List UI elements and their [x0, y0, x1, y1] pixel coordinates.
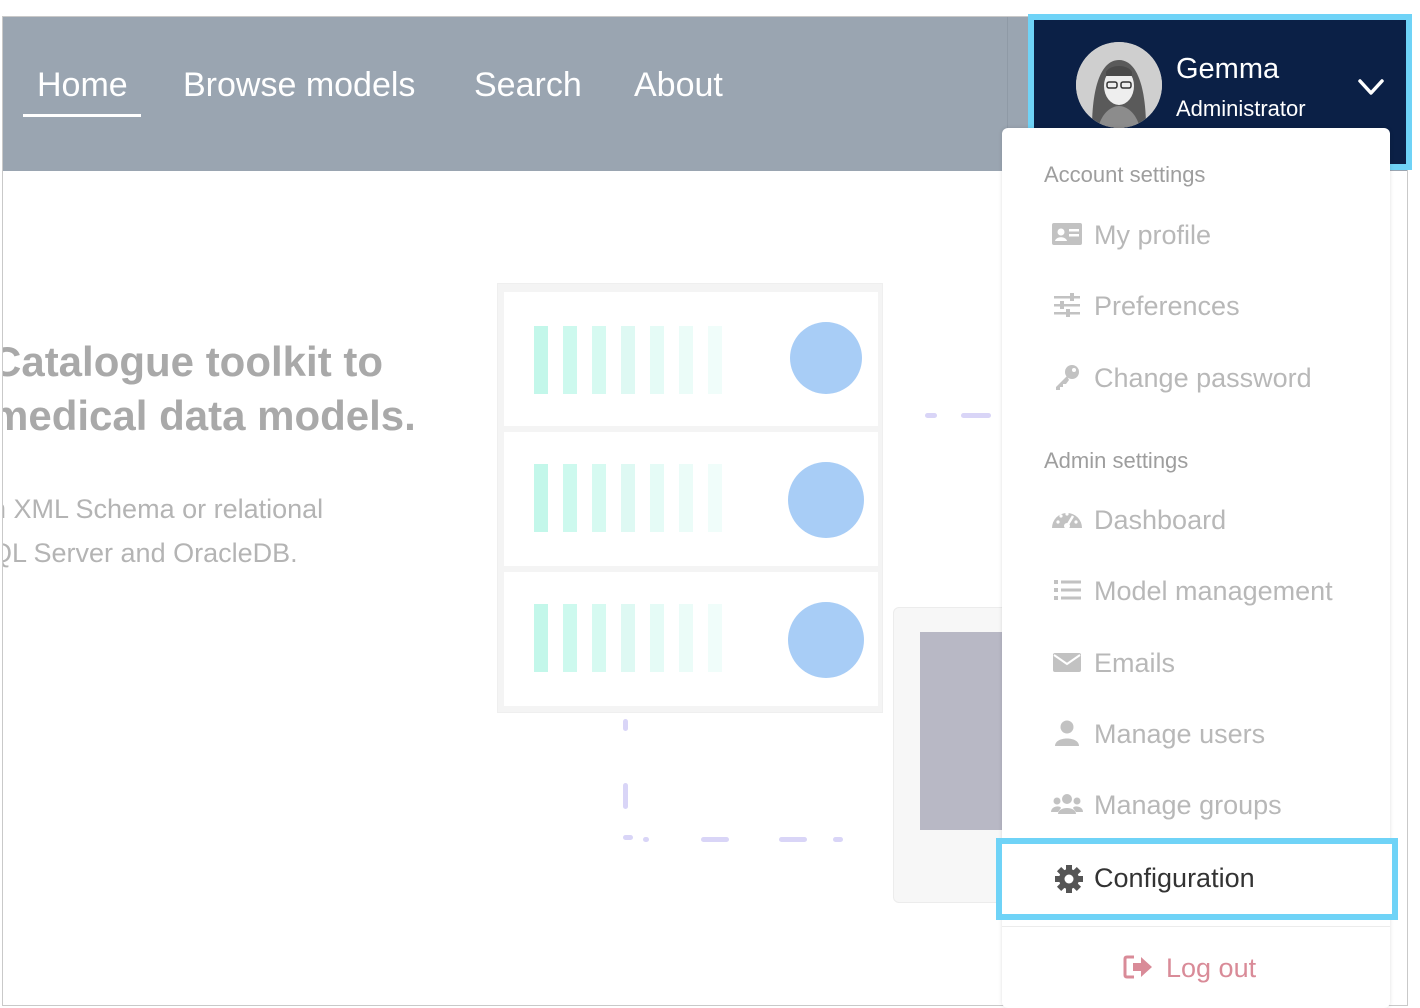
list-icon — [1054, 580, 1081, 600]
nav-active-indicator — [23, 114, 141, 117]
account-settings-label: Account settings — [1044, 162, 1206, 187]
hero-description-line-2: QL Server and OracleDB. — [2, 538, 298, 568]
connector-dash — [961, 413, 991, 418]
hero-description-line-1: n XML Schema or relational — [2, 494, 324, 524]
menu-item-label: Configuration — [1094, 863, 1255, 893]
menu-item-label: My profile — [1094, 220, 1212, 250]
hero-description: n XML Schema or relational QL Server and… — [2, 487, 324, 575]
menu-item-label: Emails — [1094, 648, 1176, 678]
nav-about-link[interactable]: About — [634, 65, 723, 105]
menu-item-manage-users[interactable]: Manage users — [1002, 704, 1390, 764]
menu-item-model-management[interactable]: Model management — [1002, 561, 1390, 621]
dashboard-gauge-icon — [1052, 512, 1082, 529]
server-unit — [504, 432, 878, 566]
gear-icon — [1055, 865, 1083, 893]
menu-item-label: Change password — [1094, 363, 1312, 393]
hero-title: Catalogue toolkit to medical data models… — [2, 335, 416, 443]
user-role: Administrator — [1176, 96, 1306, 121]
menu-item-label: Model management — [1094, 576, 1333, 606]
avatar — [1076, 42, 1162, 128]
connector-dash — [701, 837, 729, 842]
menu-item-change-password[interactable]: Change password — [1002, 348, 1390, 408]
sliders-icon — [1054, 293, 1080, 317]
connector-dash — [833, 837, 843, 842]
connector-dash — [623, 835, 633, 840]
id-card-icon — [1052, 223, 1082, 245]
menu-item-preferences[interactable]: Preferences — [1002, 276, 1390, 336]
hero-title-line-2: medical data models. — [2, 392, 416, 439]
connector-dash — [779, 837, 807, 842]
server-unit — [504, 292, 878, 426]
nav-home-link[interactable]: Home — [37, 65, 128, 105]
connector-dash — [623, 783, 628, 809]
menu-item-log-out[interactable]: Log out — [1002, 938, 1390, 1000]
users-group-icon — [1051, 794, 1083, 814]
menu-item-label: Log out — [1166, 953, 1257, 983]
user-icon — [1055, 720, 1079, 746]
hero-title-line-1: Catalogue toolkit to — [2, 338, 383, 385]
menu-item-label: Dashboard — [1094, 505, 1227, 535]
key-icon — [1056, 365, 1079, 390]
user-name: Gemma — [1176, 53, 1280, 85]
menu-item-manage-groups[interactable]: Manage groups — [1002, 775, 1390, 835]
chevron-down-icon — [1358, 79, 1384, 95]
sign-out-icon — [1123, 955, 1152, 979]
menu-separator — [1002, 926, 1390, 927]
menu-item-label: Preferences — [1094, 291, 1240, 321]
menu-item-emails[interactable]: Emails — [1002, 633, 1390, 693]
menu-item-label: Manage groups — [1094, 790, 1282, 820]
menu-item-dashboard[interactable]: Dashboard — [1002, 490, 1390, 550]
menu-item-my-profile[interactable]: My profile — [1002, 205, 1390, 265]
nav-browse-models-link[interactable]: Browse models — [183, 65, 415, 105]
envelope-icon — [1053, 653, 1081, 672]
server-unit — [504, 572, 878, 706]
nav-search-link[interactable]: Search — [474, 65, 582, 105]
connector-dash — [623, 719, 628, 731]
connector-dash — [925, 413, 937, 418]
menu-item-label: Manage users — [1094, 719, 1266, 749]
server-rack-illustration — [497, 283, 883, 713]
admin-settings-label: Admin settings — [1044, 448, 1189, 473]
connector-dash — [643, 837, 649, 842]
menu-item-configuration[interactable]: Configuration — [996, 838, 1398, 920]
